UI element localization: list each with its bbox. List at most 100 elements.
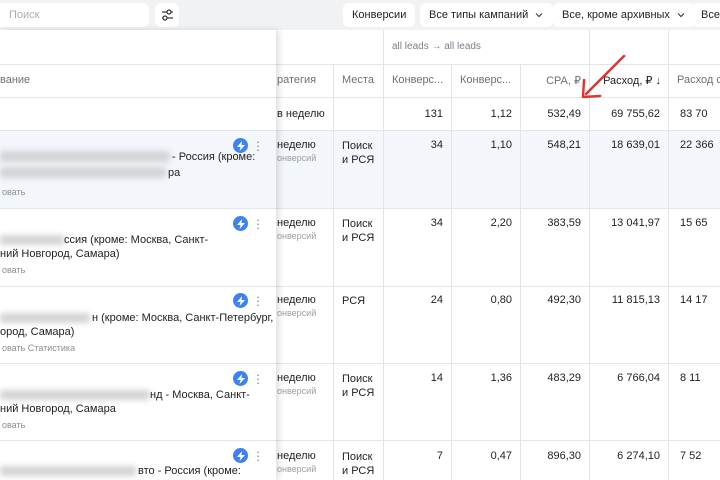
autotargeting-icon[interactable] [233,448,248,463]
chip-label: Все, кроме архивных [562,9,670,21]
totals-spend: 69 755,62 [611,108,660,120]
more-options-icon[interactable]: · · · [255,445,261,466]
divider [0,208,276,209]
chevron-down-icon [677,13,685,18]
divider [0,286,276,287]
table-row-spend: 18 639,01 [611,139,660,151]
divider [451,64,452,480]
divider [0,97,276,98]
table-row-places: Поиск и РСЯ [342,373,375,399]
table-row-conversions: 24 [430,294,443,306]
status-dropdown[interactable]: Все, кроме архивных [553,3,695,27]
table-row-places: Поиск и РСЯ [342,218,375,244]
campaign-actions[interactable]: овать [2,187,25,197]
campaign-actions[interactable]: овать [2,265,25,275]
totals-cpa: 532,49 [547,108,581,120]
table-row-spend-2: 22 366 [680,139,714,151]
column-header-name[interactable]: вание [0,74,30,86]
table-row-conversion-rate: 2,20 [490,217,512,229]
extra-filter-dropdown[interactable]: Все [692,3,720,27]
more-options-icon[interactable]: · · · [255,213,261,234]
autotargeting-icon[interactable] [233,216,248,231]
toolbar: Поиск Конверсии Все типы кампаний Все, к… [0,0,720,30]
table-row-spend: 11 815,13 [611,294,660,306]
campaign-name[interactable]: ний Новгород, Самара [0,402,116,416]
table-row-conversions: 34 [430,217,443,229]
table-row-places: Поиск и РСЯ [342,140,375,166]
table-row-strategy: неделю онверсий [277,217,317,241]
campaign-name[interactable]: ний Новгород, Самара) [0,247,120,261]
campaign-actions[interactable]: овать [2,420,25,430]
more-options-icon[interactable]: · · · [255,135,261,156]
column-header-conversion-rate[interactable]: Конверс... [460,74,511,86]
table-row-spend-2: 15 65 [680,217,708,229]
table-row-conversion-rate: 0,47 [490,450,512,462]
chevron-down-icon [535,13,543,18]
column-header-spend-2[interactable]: Расход с [677,74,720,86]
campaign-actions[interactable]: овать Статистика [2,343,75,353]
redacted-text [0,390,150,400]
redacted-text [0,151,170,162]
campaign-name[interactable]: вто - Россия (кроме: [138,464,241,478]
divider [383,30,384,480]
table-row-places: Поиск и РСЯ [342,451,375,477]
campaign-name[interactable]: ра [168,166,180,180]
campaign-name[interactable]: нд - Москва, Санкт- [150,388,250,402]
divider [333,64,334,480]
totals-conversion-rate: 1,12 [490,108,512,120]
totals-conversions: 131 [424,108,443,120]
divider [0,363,276,364]
campaign-name[interactable]: ссия (кроме: Москва, Санкт- [64,233,208,247]
table-row-cpa: 483,29 [547,372,581,384]
pinned-name-column: вание - Россия (кроме: ра овать · · · ссия… [0,30,276,480]
campaign-name[interactable]: н (кроме: Москва, Санкт-Петербург, [92,311,273,325]
chip-label: Все типы кампаний [429,9,529,21]
metric-group-header: all leads → all leads [392,41,481,52]
table-row-cpa: 896,30 [547,450,581,462]
table-row-cpa: 492,30 [547,294,581,306]
table-row-strategy: неделю онверсий [277,372,317,396]
table-row-cpa: 383,59 [547,217,581,229]
column-header-strategy[interactable]: ратегия [277,74,316,86]
divider [520,64,521,480]
table-row-spend: 6 274,10 [617,450,660,462]
table-row-conversion-rate: 0,80 [490,294,512,306]
table-row-strategy: неделю онверсий [277,139,317,163]
more-options-icon[interactable]: · · · [255,368,261,389]
table-row-spend-2: 8 11 [680,372,701,384]
table-row-conversions: 7 [436,450,443,462]
totals-spend-2: 83 70 [680,108,708,120]
table-row-spend: 6 766,04 [617,372,660,384]
table-row-cpa: 548,21 [547,139,581,151]
conversions-chip[interactable]: Конверсии [343,3,416,27]
table-row-conversion-rate: 1,36 [490,372,512,384]
autotargeting-icon[interactable] [233,293,248,308]
table-row-spend: 13 041,97 [611,217,660,229]
sliders-icon [161,9,173,21]
annotation-arrow-icon [581,54,626,99]
autotargeting-icon[interactable] [233,371,248,386]
column-header-places[interactable]: Места [342,74,374,86]
chip-label: Все [701,9,720,21]
autotargeting-icon[interactable] [233,138,248,153]
redacted-text [0,466,136,476]
chip-label: Конверсии [352,9,407,21]
search-placeholder: Поиск [9,9,40,21]
table-row-conversions: 14 [430,372,443,384]
table-row-spend-2: 7 52 [680,450,702,462]
divider [0,440,276,441]
table-row-conversions: 34 [430,139,443,151]
redacted-text [0,313,90,323]
column-header-conversions[interactable]: Конверс... [392,74,443,86]
table-row-conversion-rate: 1,10 [490,139,512,151]
search-input[interactable]: Поиск [0,3,149,27]
totals-label: в неделю [277,108,325,120]
redacted-text [0,167,166,178]
filter-settings-button[interactable] [155,3,179,27]
divider [668,30,669,480]
divider [0,64,276,65]
table-row-strategy: неделю онверсий [277,294,317,318]
more-options-icon[interactable]: · · · [255,290,261,311]
campaign-type-dropdown[interactable]: Все типы кампаний [420,3,554,27]
campaign-name[interactable]: ород, Самара) [0,325,74,339]
